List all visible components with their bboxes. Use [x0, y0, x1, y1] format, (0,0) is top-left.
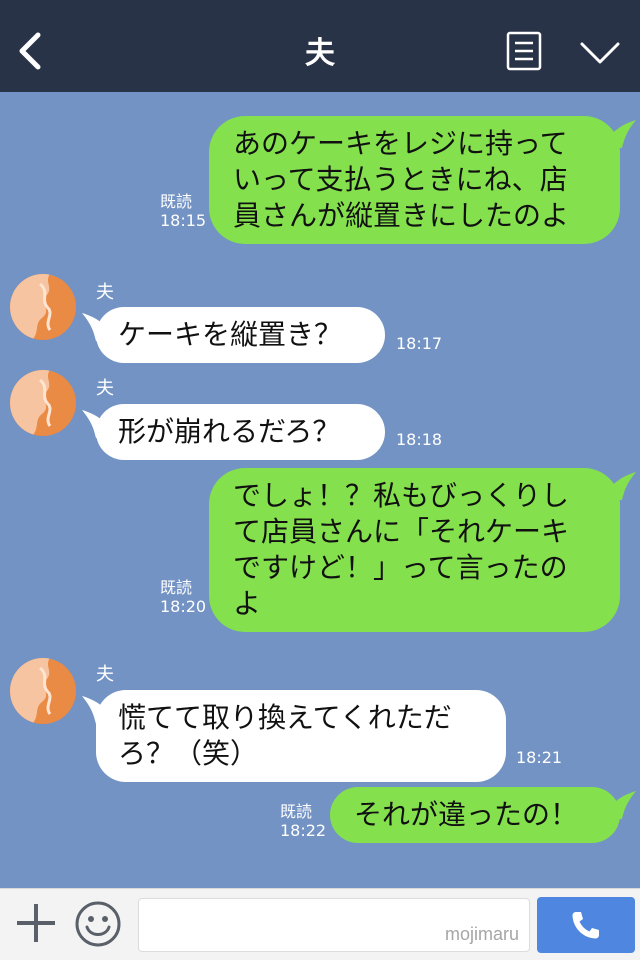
- message-time: 18:22: [280, 821, 327, 840]
- note-icon[interactable]: [506, 31, 542, 71]
- bubble-tail: [82, 696, 116, 724]
- call-button[interactable]: [537, 897, 635, 953]
- message-meta: 既読 18:22: [280, 802, 326, 840]
- message-bubble[interactable]: ケーキを縦置き？: [82, 307, 385, 363]
- message-time: 18:18: [396, 430, 443, 449]
- message-time: 18:21: [516, 748, 563, 767]
- message-line: て店員さんに「それケーキ: [233, 515, 570, 548]
- avatar[interactable]: [10, 274, 76, 340]
- avatar-image: [10, 370, 76, 436]
- message-bubble[interactable]: 形が崩れるだろ？: [82, 404, 385, 460]
- message-line: ケーキを縦置き？: [118, 318, 343, 351]
- bubble-tail: [602, 120, 636, 148]
- smiley-icon[interactable]: [74, 900, 122, 948]
- phone-icon: [572, 912, 599, 939]
- message-bubble[interactable]: でしょ！？私もびっくりし て店員さんに「それケーキ ですけど！」って言ったの よ: [209, 468, 636, 632]
- message-time: 18:15: [160, 211, 207, 230]
- chat-title: 夫: [305, 36, 335, 71]
- message-line: ろ？（笑）: [118, 737, 259, 770]
- message-bubble[interactable]: それが違ったの！: [330, 787, 636, 843]
- message-input[interactable]: mojimaru: [138, 898, 530, 952]
- avatar-image: [10, 658, 76, 724]
- sender-name: 夫: [96, 664, 114, 685]
- read-status: 既読: [160, 192, 193, 211]
- message-line: 員さんが縦置きにしたのよ: [233, 199, 570, 232]
- message-line: あのケーキをレジに持って: [233, 127, 568, 160]
- message-line: いって支払うときにね、店: [233, 163, 568, 196]
- watermark: mojimaru: [444, 924, 519, 944]
- read-status: 既読: [160, 578, 193, 597]
- bubble-tail: [602, 791, 636, 819]
- avatar[interactable]: [10, 658, 76, 724]
- avatar-image: [10, 274, 76, 340]
- bubble-tail: [602, 472, 636, 500]
- message-line: よ: [233, 587, 262, 620]
- message-line: それが違ったの！: [354, 798, 579, 831]
- sender-name: 夫: [96, 378, 114, 399]
- message-line: 慌てて取り換えてくれただ: [118, 701, 452, 734]
- read-status: 既読: [280, 802, 313, 821]
- message-meta: 既読 18:15: [160, 192, 206, 230]
- plus-icon[interactable]: [14, 901, 58, 945]
- message-meta: 既読 18:20: [160, 578, 206, 616]
- chevron-down-icon[interactable]: [579, 40, 621, 66]
- message-line: でしょ！？私もびっくりし: [233, 479, 570, 512]
- bubble-tail: [82, 313, 116, 341]
- app-header: 夫: [0, 0, 640, 92]
- message-time: 18:20: [160, 597, 207, 616]
- bubble-tail: [82, 410, 116, 438]
- message-line: ですけど！」って言ったの: [233, 551, 568, 584]
- sender-name: 夫: [96, 282, 114, 303]
- message-time: 18:17: [396, 334, 443, 353]
- message-line: 形が崩れるだろ？: [118, 415, 341, 448]
- input-bar: mojimaru: [0, 888, 640, 960]
- message-bubble[interactable]: 慌てて取り換えてくれただ ろ？（笑）: [82, 690, 506, 782]
- message-bubble[interactable]: あのケーキをレジに持って いって支払うときにね、店 員さんが縦置きにしたのよ: [209, 116, 636, 244]
- message-list[interactable]: 既読 18:15 あのケーキをレジに持って いって支払うときにね、店 員さんが縦…: [0, 92, 640, 888]
- avatar[interactable]: [10, 370, 76, 436]
